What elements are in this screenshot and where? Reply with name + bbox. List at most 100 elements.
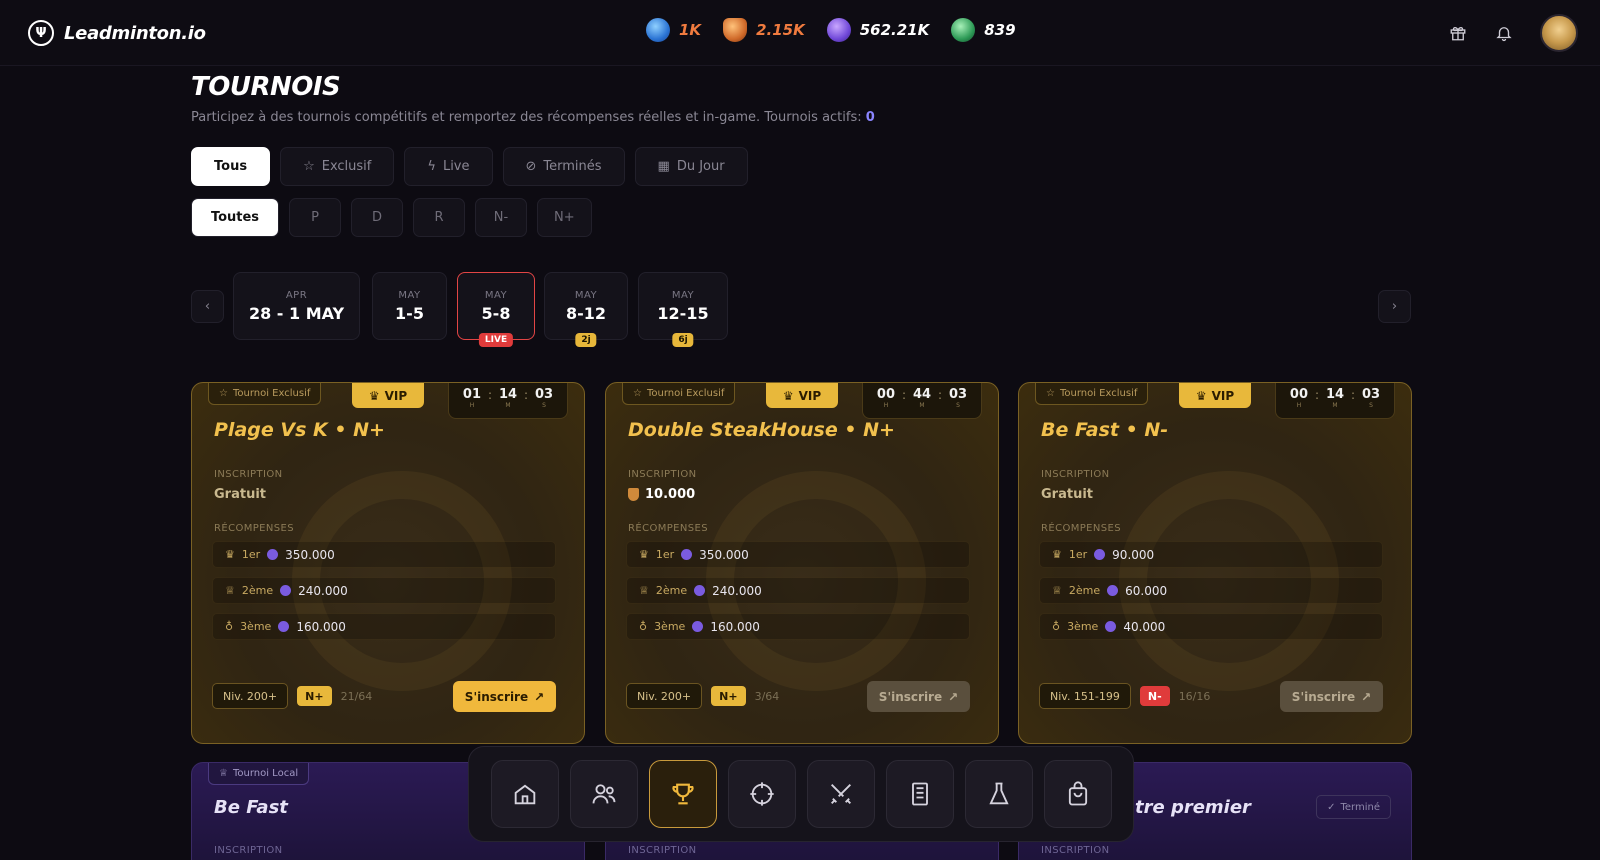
nav-home[interactable] [491,760,559,828]
star-icon: ☆ [633,388,642,399]
check-circle-icon: ✓ [1327,801,1336,813]
gift-icon[interactable] [1448,23,1468,43]
class-badge: N- [1139,686,1170,706]
exclusive-tag: ☆ Tournoi Exclusif [208,383,322,405]
level-r[interactable]: R [413,198,465,237]
arrow-up-right-icon: ↗ [1361,689,1372,704]
users-icon [592,784,616,804]
rewards-label: RÉCOMPENSES [1041,523,1121,534]
filter-exclusive[interactable]: ☆ Exclusif [280,147,395,186]
reward-row: ♛ 1er 350.000 [626,541,970,568]
top-bar: Ψ Leadminton.io 1K 2.15K 562.21K 839 [0,0,1600,66]
check-circle-icon: ⊘ [525,159,537,174]
tournament-title: Plage Vs K • N+ [214,419,385,441]
register-button[interactable]: S'inscrire ↗ [1280,681,1383,712]
days-badge: 2j [575,333,597,347]
shield-coin-icon [628,488,639,501]
trident-logo-icon: Ψ [28,20,54,46]
logo-text: Leadminton.io [64,22,206,44]
date-option[interactable]: APR 28 - 1 MAY [233,272,360,340]
bell-icon[interactable] [1494,23,1514,43]
purple-coin-icon [826,18,851,42]
currency-bar: 1K 2.15K 562.21K 839 [646,18,1016,42]
register-button[interactable]: S'inscrire ↗ [453,681,556,712]
type-filters: Tous ☆ Exclusif ϟ Live ⊘ Terminés ▦ Du Jour [191,147,1411,186]
countdown-timer: 01 H: 14 M: 03 S [448,383,568,419]
finished-badge: ✓ Terminé [1316,795,1391,819]
currency-value: 2.15K [756,21,805,39]
currency-green-gems[interactable]: 839 [951,18,1016,42]
level-d[interactable]: D [351,198,403,237]
medal-icon: ♁ [1052,620,1061,633]
arrow-up-right-icon: ↗ [948,689,959,704]
reward-row: ♁ 3ème 160.000 [626,613,970,640]
trophy-icon: ♕ [225,584,235,597]
filter-finished[interactable]: ⊘ Terminés [502,147,625,186]
swords-icon [831,784,851,804]
nav-players[interactable] [570,760,638,828]
nav-clubs[interactable] [886,760,954,828]
vip-badge: ♛ VIP [352,383,424,408]
level-requirement: Niv. 200+ [212,683,289,709]
level-p[interactable]: P [289,198,341,237]
coin-icon [1094,549,1106,560]
date-selector: ‹ APR 28 - 1 MAY MAY 1-5 MAY 5-8 LIVE MAY 8-1… [191,272,1411,352]
trophy-icon: ♕ [1052,584,1062,597]
participants-count: 16/16 [1178,689,1211,703]
filter-all[interactable]: Tous [191,147,271,186]
active-count: 0 [865,110,875,125]
shopping-bag-icon [1068,781,1088,806]
date-option[interactable]: MAY 1-5 [372,272,447,340]
currency-coins[interactable]: 562.21K [826,18,929,42]
nav-shop[interactable] [1044,760,1112,828]
home-icon [514,784,536,805]
filter-today[interactable]: ▦ Du Jour [634,147,748,186]
trophy-icon: ♕ [639,584,649,597]
star-icon: ☆ [219,388,228,399]
tournament-card: ☆ Tournoi Exclusif ♛ VIP 01 H: 14 M: 03 S Pla… [191,382,585,744]
level-n-minus[interactable]: N- [475,198,527,237]
date-option[interactable]: MAY 8-12 2j [544,272,628,347]
logo[interactable]: Ψ Leadminton.io [28,20,206,46]
countdown-timer: 00 H: 44 M: 03 S [862,383,982,419]
shield-coin-icon [723,18,748,42]
crown-icon: ♛ [639,548,649,561]
currency-gems[interactable]: 1K [646,18,701,42]
level-all[interactable]: Toutes [191,198,279,237]
next-arrow-icon[interactable]: › [1378,290,1411,323]
avatar[interactable] [1540,14,1578,52]
reward-row: ♕ 2ème 240.000 [212,577,556,604]
nav-lab[interactable] [965,760,1033,828]
trophy-icon [672,783,694,805]
coin-icon [1107,585,1119,596]
nav-training[interactable] [728,760,796,828]
flask-icon [989,782,1009,805]
arrow-up-right-icon: ↗ [534,689,545,704]
bottom-nav-dock [468,746,1134,842]
coin-icon [1105,621,1117,632]
coin-icon [278,621,290,632]
filter-live[interactable]: ϟ Live [404,147,493,186]
inscription-label: INSCRIPTION [214,845,283,856]
date-option[interactable]: MAY 12-15 6j [638,272,728,347]
vip-badge: ♛ VIP [766,383,838,408]
tournament-title: tre premier [1135,797,1251,818]
level-requirement: Niv. 200+ [626,683,703,709]
page-subtitle: Participez à des tournois compétitifs et… [191,110,875,125]
crown-icon: ♛ [782,388,794,403]
coin-icon [280,585,292,596]
coin-icon [694,585,706,596]
inscription-label: INSCRIPTION [1041,469,1110,480]
tournament-title: Be Fast [214,797,288,818]
nav-tournaments[interactable] [649,760,717,828]
reward-row: ♛ 1er 350.000 [212,541,556,568]
inscription-value: Gratuit [214,487,266,502]
coin-icon [681,549,693,560]
register-button[interactable]: S'inscrire ↗ [867,681,970,712]
prev-arrow-icon[interactable]: ‹ [191,290,224,323]
reward-row: ♕ 2ème 240.000 [626,577,970,604]
date-option-selected[interactable]: MAY 5-8 LIVE [457,272,535,347]
nav-battle[interactable] [807,760,875,828]
level-n-plus[interactable]: N+ [537,198,592,237]
currency-shield[interactable]: 2.15K [723,18,805,42]
